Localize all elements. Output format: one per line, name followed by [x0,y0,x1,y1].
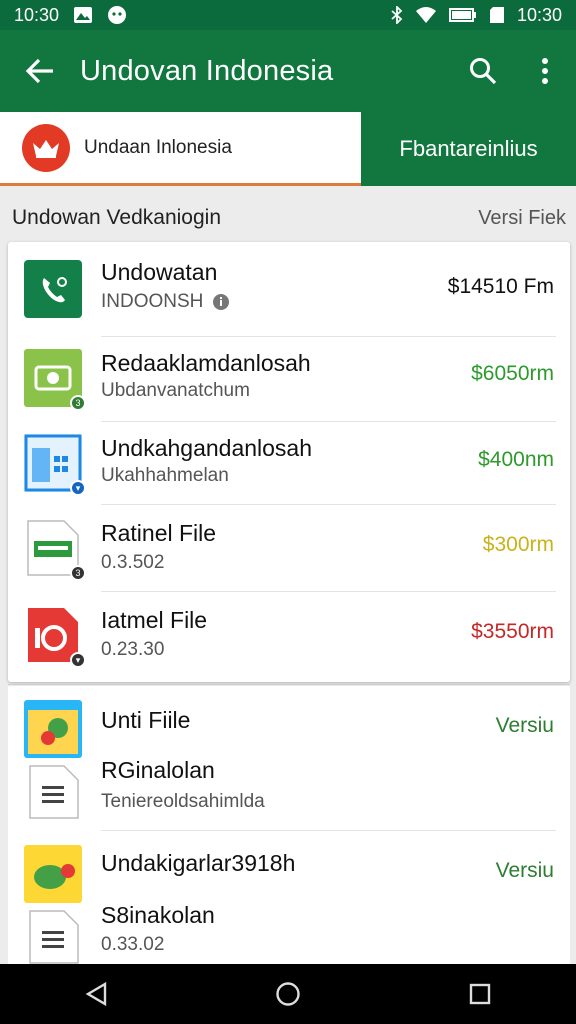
item-price: $300rm [482,533,554,556]
more-vert-icon [542,58,548,84]
list-item[interactable]: ▾ Iatmel File 0.23.30 $3550rm [8,592,570,682]
app-list-card: Undowatan INDOONSH $14510 Fm 3 Redaaklam… [8,242,570,682]
status-time-right: 10:30 [516,4,562,25]
item-price: $6050rm [471,362,554,385]
item-sub: Ubdanvanatchum [101,380,250,401]
item-sub: 0.23.30 [101,639,165,660]
spreadsheet-app-icon: ▾ [24,434,86,496]
app-title: Undovan Indonesia [80,54,334,87]
android-notification-icon [107,5,127,25]
section-header: Undowan Vedkaniogin Versi Fiek [0,196,576,240]
item-sub: Ukahhahmelan [101,465,229,486]
badge-icon: 3 [70,565,86,581]
sd-card-icon [489,6,505,24]
back-arrow-icon [25,58,53,84]
item-name: Iatmel File [101,607,208,633]
section-title: Undowan Vedkaniogin [12,206,221,229]
bluetooth-icon [391,6,403,24]
item-name: Undowatan [101,259,218,285]
status-time-left: 10:30 [14,4,60,25]
item-name: Undkahgandanlosah [101,435,313,461]
document-icon [28,909,80,965]
overflow-menu-button[interactable] [514,30,576,112]
recents-square-icon [469,983,491,1005]
item-name-secondary: S8inakolan [101,902,215,928]
search-button[interactable] [452,30,514,112]
home-circle-icon [276,982,300,1006]
system-nav-bar [0,964,576,1024]
app-bar: Undovan Indonesia [0,30,576,112]
item-name-secondary: RGinalolan [101,757,215,783]
document-green-icon: 3 [24,519,86,581]
frog-app-icon [24,845,82,903]
tab-bar: Undaan Inlonesia Fbantareinlius [0,112,576,186]
camera-app-icon: 3 [24,349,86,411]
back-triangle-icon [85,982,107,1006]
item-sub: INDOONSH [101,291,204,312]
file-list-card: Unti Fiile Versiu RGinalolan Teniereolds… [8,684,570,966]
wifi-icon [415,6,437,24]
item-price: $3550rm [471,620,554,643]
item-sub: Teniereoldsahimlda [101,791,265,812]
list-item[interactable]: 3 Ratinel File 0.3.502 $300rm [8,505,570,591]
game-app-icon [24,700,82,758]
status-bar: 10:30 10:30 [0,0,576,30]
item-name: Redaaklamdanlosah [101,350,311,376]
pdf-red-icon: ▾ [24,606,86,668]
phone-app-icon [24,260,82,318]
list-item[interactable]: ▾ Undkahgandanlosah Ukahhahmelan $400nm [8,422,570,504]
list-item[interactable]: 3 Redaaklamdanlosah Ubdanvanatchum $6050… [8,337,570,421]
badge-icon: ▾ [70,480,86,496]
item-name: Ratinel File [101,520,217,546]
item-name: Undakigarlar3918h [101,850,296,876]
badge-icon: ▾ [70,652,86,668]
item-version-label: Versiu [495,714,554,737]
document-icon [28,764,80,820]
list-item[interactable]: Unti Fiile Versiu RGinalolan Teniereolds… [8,686,570,830]
tab-undaan-inlonesia[interactable]: Undaan Inlonesia [0,112,361,186]
battery-icon [448,7,477,23]
tab-left-label: Undaan Inlonesia [84,136,232,158]
nav-home-button[interactable] [248,964,328,1024]
search-icon [470,58,497,85]
divider [8,684,570,685]
badge-icon: 3 [70,395,86,411]
item-version-label: Versiu [495,859,554,882]
item-sub: 0.33.02 [101,934,165,955]
section-right-label[interactable]: Versi Fiek [478,207,566,230]
nav-recents-button[interactable] [440,964,520,1024]
back-button[interactable] [0,30,80,112]
image-notification-icon [73,6,93,24]
crown-logo-icon [22,123,70,172]
list-item[interactable]: Undowatan INDOONSH $14510 Fm [8,242,570,336]
tab-fbantareinlius[interactable]: Fbantareinlius [361,112,576,186]
item-price: $400nm [478,448,554,471]
item-sub: 0.3.502 [101,552,165,573]
info-icon [212,293,229,310]
nav-back-button[interactable] [56,964,136,1024]
item-price: $14510 Fm [447,275,554,298]
item-name: Unti Fiile [101,707,191,733]
list-item[interactable]: Undakigarlar3918h Versiu S8inakolan 0.33… [8,831,570,966]
